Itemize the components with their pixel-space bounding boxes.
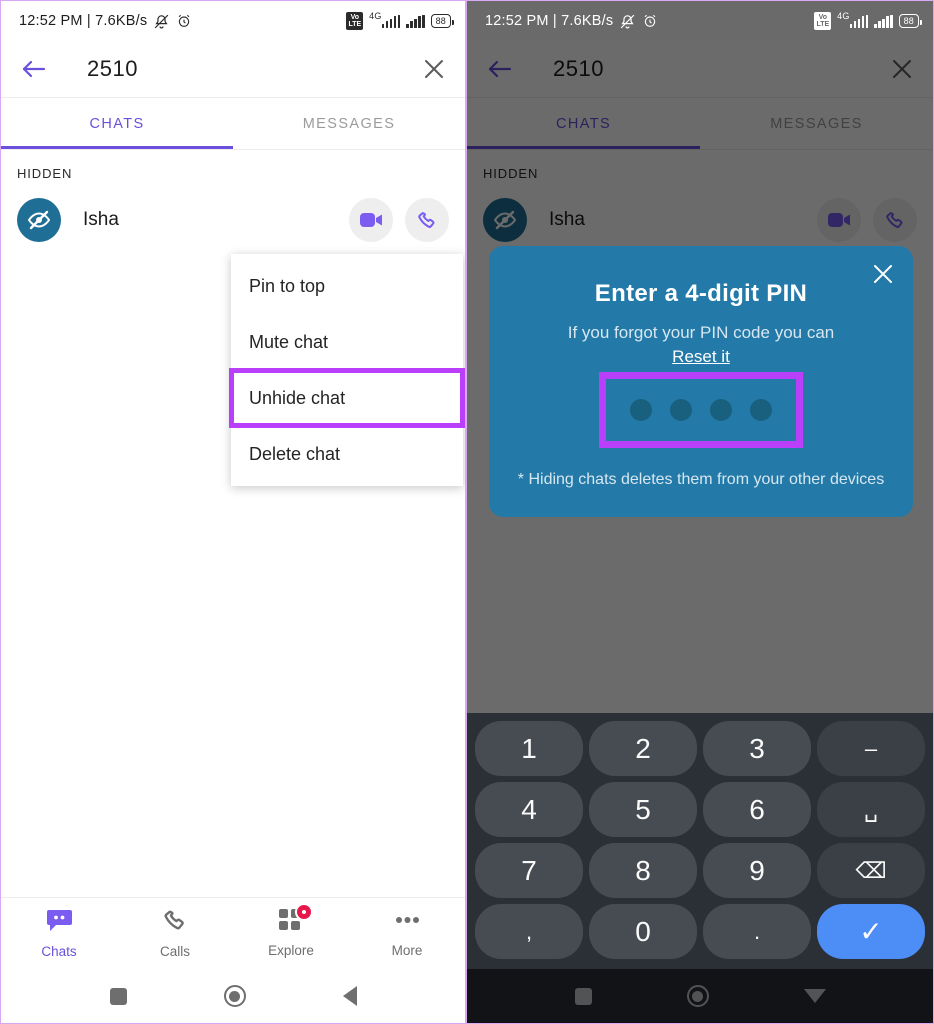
search-input[interactable]: 2510 <box>87 56 421 82</box>
explore-notification-badge <box>295 903 313 921</box>
tab-messages-label: MESSAGES <box>302 115 396 132</box>
network-type-label: 4G <box>369 10 382 21</box>
avatar <box>17 198 61 242</box>
network-signal-icon: 4G <box>369 10 401 28</box>
signal-bars-2 <box>874 14 893 28</box>
confirm-key[interactable]: ✓ <box>817 904 925 959</box>
search-bar: 2510 <box>1 41 465 98</box>
phone-icon <box>163 908 188 938</box>
space-key[interactable]: ␣ <box>817 782 925 837</box>
signal-bars-1 <box>381 14 401 28</box>
bottom-nav-item-calls[interactable]: Calls <box>117 908 233 959</box>
volte-icon: Vo LTE <box>346 12 364 30</box>
context-menu-item-label: Unhide chat <box>249 387 346 408</box>
alarm-clock-icon <box>176 13 192 29</box>
phone-panel-left: 12:52 PM | 7.6KB/s Vo LTE 4G 88 2510 CHA… <box>0 0 466 1024</box>
key-0[interactable]: 0 <box>589 904 697 959</box>
pin-dialog-title: Enter a 4-digit PIN <box>594 280 808 307</box>
key-4[interactable]: 4 <box>475 782 583 837</box>
backspace-key[interactable]: ⌫ <box>817 843 925 898</box>
battery-indicator: 88 <box>898 14 923 28</box>
pin-dialog: Enter a 4-digit PIN If you forgot your P… <box>489 246 913 518</box>
ellipsis-icon <box>394 909 421 937</box>
context-menu-item-delete-chat[interactable]: Delete chat <box>231 426 463 482</box>
back-arrow-icon[interactable] <box>19 56 49 82</box>
comma-key[interactable]: , <box>475 904 583 959</box>
tab-chats-label: CHATS <box>89 115 145 132</box>
pin-dot <box>670 398 692 421</box>
speech-bubble-icon <box>46 909 73 938</box>
context-menu-item-label: Mute chat <box>249 331 329 352</box>
status-bar-right: Vo LTE 4G 88 <box>814 10 923 30</box>
tab-messages[interactable]: MESSAGES <box>233 98 465 149</box>
signal-bars-2 <box>406 14 425 28</box>
pin-dialog-subtitle: If you forgot your PIN code you can <box>567 323 835 342</box>
tab-chats[interactable]: CHATS <box>1 98 233 149</box>
close-icon[interactable] <box>421 56 447 82</box>
context-menu: Pin to top Mute chat Unhide chat Delete … <box>229 254 465 486</box>
bell-mute-icon <box>153 13 170 30</box>
tab-active-underline <box>1 146 233 149</box>
pin-dot <box>750 398 772 421</box>
square-icon[interactable] <box>109 987 127 1005</box>
status-bar-left: 12:52 PM | 7.6KB/s <box>485 13 658 30</box>
list-item[interactable]: Isha <box>1 189 465 251</box>
reset-pin-link[interactable]: Reset it <box>672 347 730 367</box>
key-6[interactable]: 6 <box>703 782 811 837</box>
context-menu-item-unhide-chat[interactable]: Unhide chat <box>229 368 465 428</box>
key-8[interactable]: 8 <box>589 843 697 898</box>
list-item-name: Isha <box>83 209 119 230</box>
status-bar: 12:52 PM | 7.6KB/s Vo LTE 4G 88 <box>467 1 933 41</box>
key-3[interactable]: 3 <box>703 721 811 776</box>
key-9[interactable]: 9 <box>703 843 811 898</box>
context-menu-item-label: Pin to top <box>249 275 326 296</box>
triangle-back-icon[interactable] <box>342 986 357 1006</box>
phone-panel-right: 12:52 PM | 7.6KB/s Vo LTE 4G 88 Enter a … <box>466 0 934 1024</box>
dash-key[interactable]: – <box>817 721 925 776</box>
bell-mute-icon <box>619 13 636 30</box>
tab-bar: CHATS MESSAGES <box>1 98 465 150</box>
bottom-nav-item-chats[interactable]: Chats <box>1 909 117 959</box>
network-signal-icon: 4G <box>837 10 869 28</box>
key-1[interactable]: 1 <box>475 721 583 776</box>
screenshot-stage: 12:52 PM | 7.6KB/s Vo LTE 4G 88 2510 CHA… <box>0 0 934 1024</box>
key-7[interactable]: 7 <box>475 843 583 898</box>
numeric-keypad: 1 2 3 – 4 5 6 ␣ 7 8 9 ⌫ , 0 . ✓ <box>467 713 933 969</box>
status-bar-right: Vo LTE 4G 88 <box>346 10 455 30</box>
context-menu-item-pin-to-top[interactable]: Pin to top <box>231 258 463 314</box>
bottom-navigation: Chats Calls Explore More <box>1 897 465 969</box>
context-menu-item-mute-chat[interactable]: Mute chat <box>231 314 463 370</box>
android-navigation-bar-left <box>1 969 465 1023</box>
pin-dot <box>710 398 732 421</box>
list-item-actions <box>349 198 449 242</box>
circle-icon[interactable] <box>223 985 246 1007</box>
key-2[interactable]: 2 <box>589 721 697 776</box>
pin-input-field[interactable] <box>599 371 803 448</box>
status-bar-left: 12:52 PM | 7.6KB/s <box>19 13 192 30</box>
network-type-label: 4G <box>837 10 850 21</box>
status-time-and-speed: 12:52 PM | 7.6KB/s <box>485 13 614 29</box>
section-header-hidden: HIDDEN <box>17 166 73 181</box>
bottom-nav-label-explore: Explore <box>268 943 314 958</box>
bottom-nav-label-calls: Calls <box>159 944 190 959</box>
pin-dialog-note: * Hiding chats deletes them from your ot… <box>517 470 885 488</box>
signal-bars-1 <box>849 14 869 28</box>
bottom-nav-label-chats: Chats <box>41 943 77 959</box>
close-icon[interactable] <box>871 262 895 286</box>
bottom-nav-item-more[interactable]: More <box>349 909 465 958</box>
status-time-and-speed: 12:52 PM | 7.6KB/s <box>19 13 148 29</box>
volte-icon: Vo LTE <box>814 12 832 30</box>
phone-icon[interactable] <box>405 198 449 242</box>
key-5[interactable]: 5 <box>589 782 697 837</box>
context-menu-item-label: Delete chat <box>249 443 341 464</box>
alarm-clock-icon <box>642 13 658 29</box>
bottom-nav-item-explore[interactable]: Explore <box>233 903 349 958</box>
period-key[interactable]: . <box>703 904 811 959</box>
bottom-nav-label-more: More <box>391 943 423 958</box>
pin-dot <box>630 398 652 421</box>
video-camera-icon[interactable] <box>349 198 393 242</box>
status-bar: 12:52 PM | 7.6KB/s Vo LTE 4G 88 <box>1 1 465 41</box>
battery-indicator: 88 <box>430 14 455 28</box>
